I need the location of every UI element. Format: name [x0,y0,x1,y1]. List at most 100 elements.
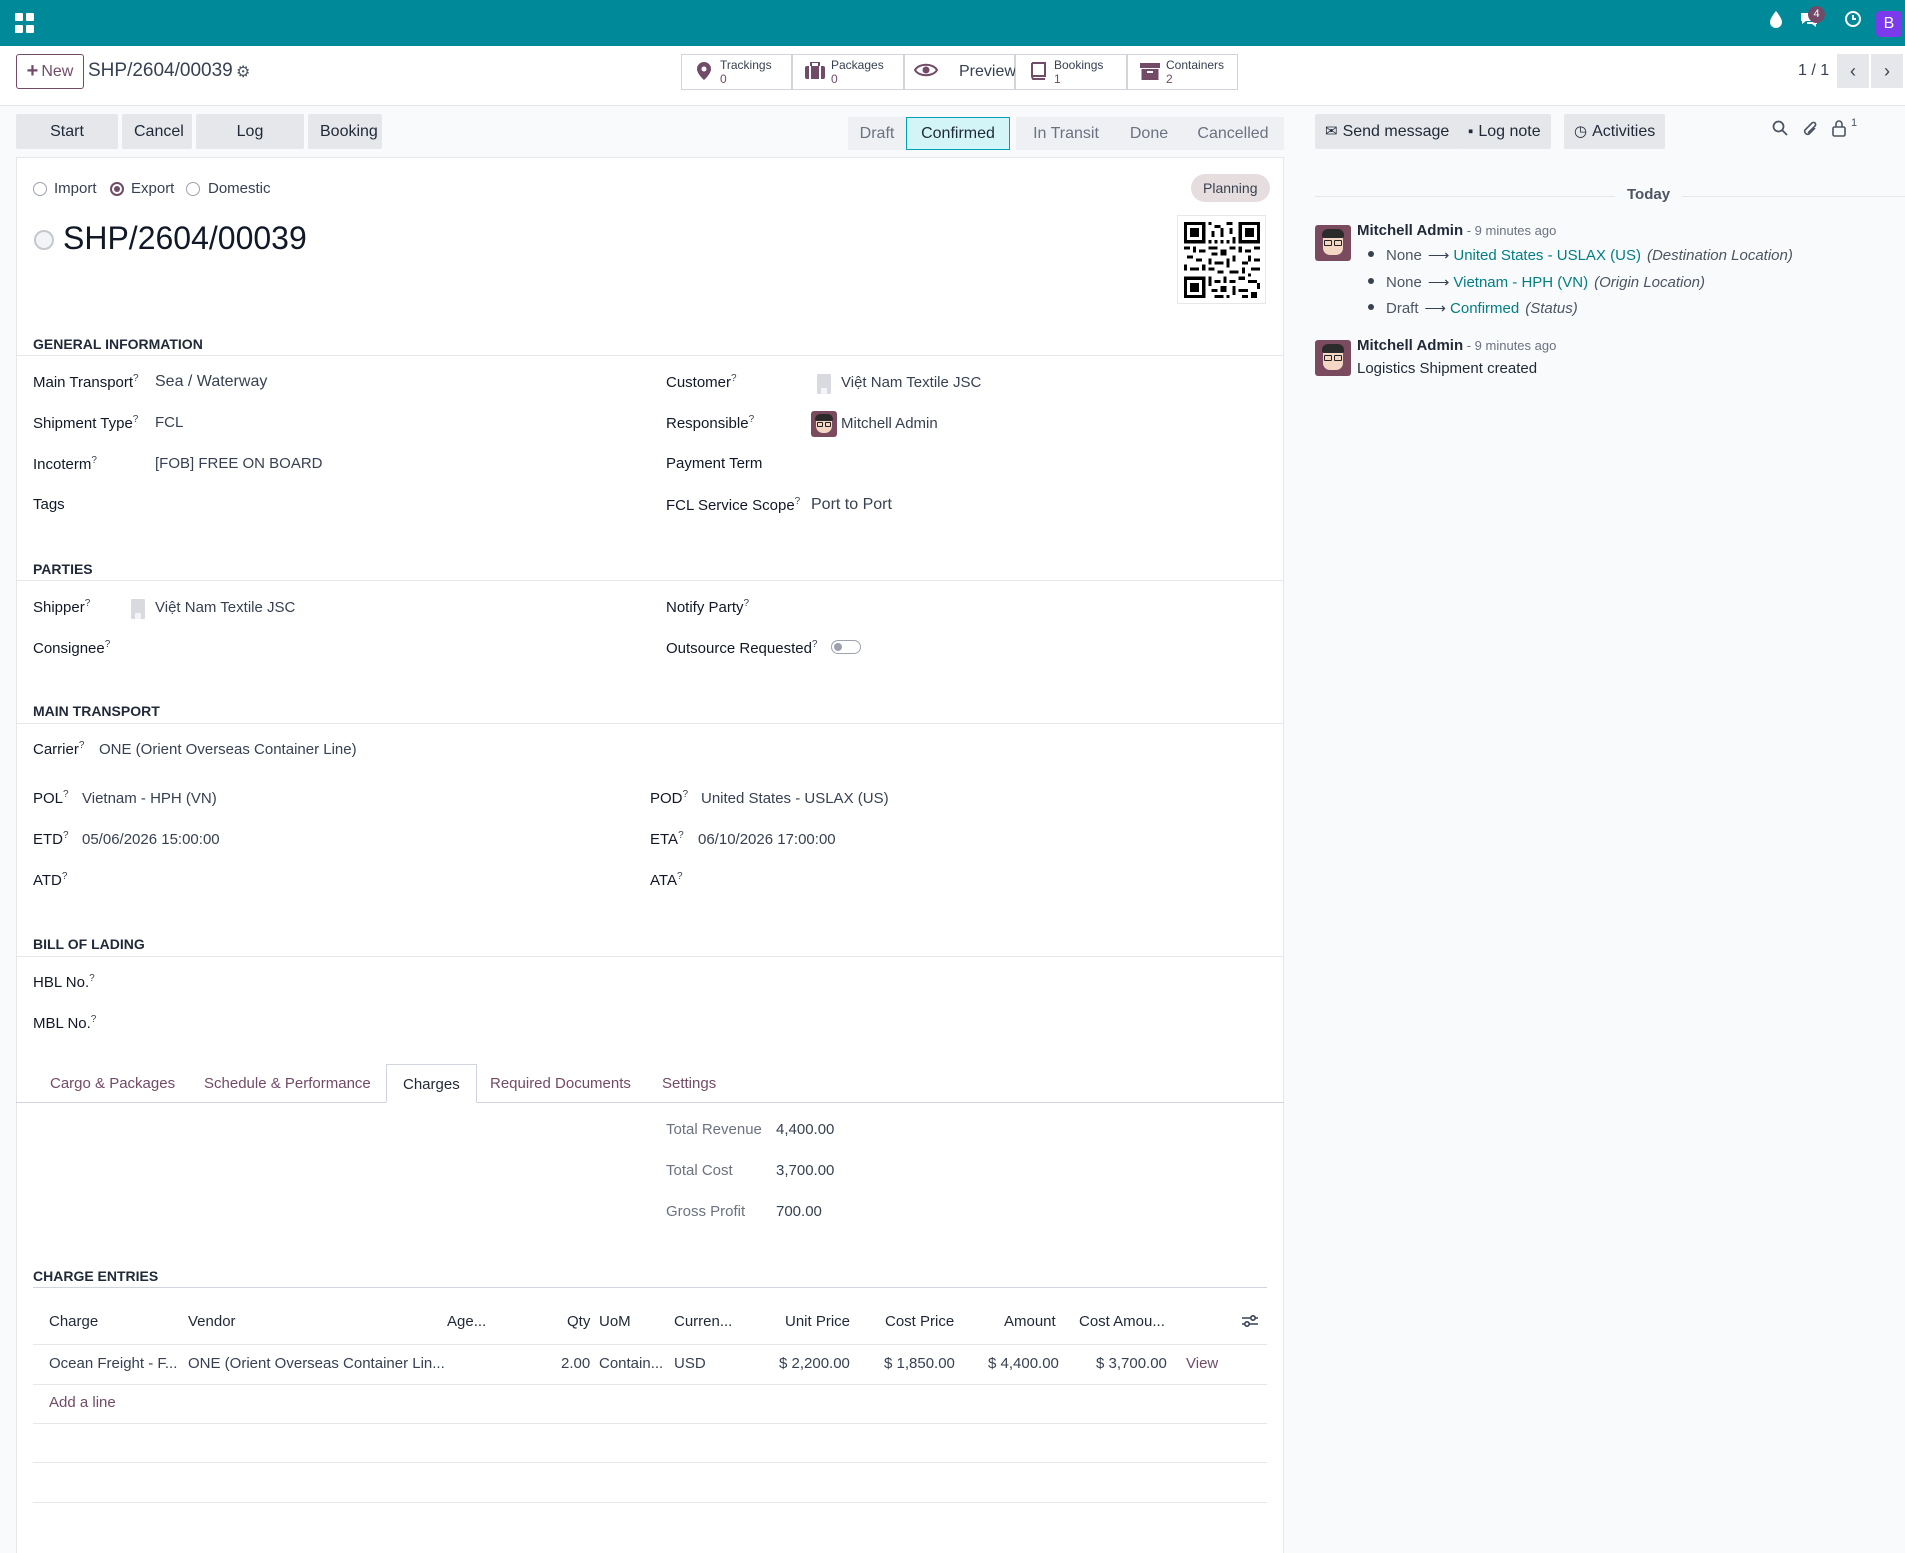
column-header-amount[interactable]: Amount [1004,1313,1056,1330]
section-divider [16,580,1284,581]
outsource-toggle[interactable] [831,640,861,654]
cell-currency[interactable]: USD [674,1355,706,1372]
eta-field[interactable]: 06/10/2026 17:00:00 [698,831,836,848]
log-tracking-button[interactable]: Log Tracking [196,114,304,175]
message-author[interactable]: Mitchell Admin - 9 minutes ago [1357,337,1556,354]
message-time: - 9 minutes ago [1463,338,1557,353]
responsible-field[interactable]: Mitchell Admin [841,415,938,432]
bol-heading: BILL OF LADING [33,936,145,952]
message-body: Logistics Shipment created [1357,360,1538,377]
column-header-uom[interactable]: UoM [599,1313,631,1330]
pager-value[interactable]: 1 / 1 [1798,62,1829,80]
apps-grid-icon[interactable] [15,13,35,33]
search-icon[interactable] [1772,120,1788,141]
tab-schedule-performance[interactable]: Schedule & Performance [188,1064,387,1103]
shipment-type-field[interactable]: FCL [155,414,183,431]
send-message-button[interactable]: ✉ Send message [1315,114,1460,149]
log-note-button[interactable]: ▪ Log note [1458,114,1551,149]
mbl-label: MBL No.? [33,1014,97,1032]
tab-charges[interactable]: Charges [386,1064,477,1103]
booking-button[interactable]: Booking [308,114,382,149]
activities-button[interactable]: ◷ Activities [1564,114,1666,149]
consignee-label: Consignee? [33,639,111,657]
packages-smart-button[interactable]: Packages 0 [792,54,904,90]
book-icon [1028,62,1048,82]
radio-import[interactable] [33,182,47,196]
trackings-smart-button[interactable]: Trackings 0 [681,54,792,90]
clock-icon: ◷ [1574,123,1588,140]
column-header-currency[interactable]: Curren... [674,1313,732,1330]
shipper-field[interactable]: Việt Nam Textile JSC [155,599,295,616]
total-revenue-label: Total Revenue [666,1121,762,1138]
column-header-cost-amount[interactable]: Cost Amou... [1079,1313,1165,1330]
tab-cargo-packages[interactable]: Cargo & Packages [34,1064,191,1103]
author-avatar[interactable] [1315,340,1351,376]
cell-cost-price[interactable]: $ 1,850.00 [884,1355,955,1372]
table-divider [33,1344,1267,1345]
customer-field[interactable]: Việt Nam Textile JSC [841,374,981,391]
table-divider [33,1462,1267,1463]
atd-label: ATD? [33,871,68,889]
stage-cancelled[interactable]: Cancelled [1182,117,1284,150]
pager-previous-button[interactable]: ‹ [1837,54,1869,88]
pager-next-button[interactable]: › [1871,54,1903,88]
start-transit-button[interactable]: Start Transit [16,114,118,175]
tab-settings[interactable]: Settings [646,1064,732,1103]
user-avatar[interactable]: B [1876,11,1902,37]
trackings-count: 0 [720,72,727,86]
column-header-cost-price[interactable]: Cost Price [885,1313,954,1330]
incoterm-field[interactable]: [FOB] FREE ON BOARD [155,455,323,472]
shipper-label: Shipper? [33,598,91,616]
cell-qty[interactable]: 2.00 [561,1355,590,1372]
responsible-label: Responsible? [666,414,755,432]
hbl-label: HBL No.? [33,973,95,991]
cell-unit-price[interactable]: $ 2,200.00 [779,1355,850,1372]
cell-vendor[interactable]: ONE (Orient Overseas Container Lin... [188,1355,445,1372]
cancel-button[interactable]: Cancel [122,114,192,149]
stage-done[interactable]: Done [1116,117,1182,150]
paperclip-icon[interactable] [1803,120,1819,143]
clock-icon[interactable] [1841,10,1865,34]
new-button[interactable]: + New [16,54,84,89]
company-icon [131,599,145,619]
cell-uom[interactable]: Contain... [599,1355,663,1372]
tab-required-documents[interactable]: Required Documents [474,1064,647,1103]
drop-icon[interactable] [1764,10,1788,34]
column-header-qty[interactable]: Qty [567,1313,590,1330]
pod-field[interactable]: United States - USLAX (US) [701,790,889,807]
view-link[interactable]: View [1186,1355,1218,1372]
column-header-charge[interactable]: Charge [49,1313,98,1330]
gear-icon[interactable]: ⚙ [236,62,250,82]
fcl-scope-field[interactable]: Port to Port [811,496,892,514]
message-author[interactable]: Mitchell Admin - 9 minutes ago [1357,222,1556,239]
customer-label: Customer? [666,373,737,391]
radio-export[interactable] [110,182,124,196]
carrier-field[interactable]: ONE (Orient Overseas Container Line) [99,741,357,758]
tracking-change: None ⟶ Vietnam - HPH (VN) (Origin Location) [1368,273,1705,291]
lock-icon[interactable] [1832,120,1846,142]
fcl-scope-label: FCL Service Scope? [666,496,801,514]
cell-amount[interactable]: $ 4,400.00 [988,1355,1059,1372]
containers-smart-button[interactable]: Containers 2 [1127,54,1238,90]
column-header-vendor[interactable]: Vendor [188,1313,236,1330]
stage-confirmed[interactable]: Confirmed [906,117,1010,150]
add-line-link[interactable]: Add a line [49,1394,116,1411]
etd-field[interactable]: 05/06/2026 15:00:00 [82,831,220,848]
cell-charge[interactable]: Ocean Freight - F... [49,1355,177,1372]
tracking-change: Draft ⟶ Confirmed (Status) [1368,299,1578,317]
preview-smart-button[interactable]: Preview [904,54,1016,90]
cell-cost-amount[interactable]: $ 3,700.00 [1096,1355,1167,1372]
column-header-unit-price[interactable]: Unit Price [785,1313,850,1330]
priority-circle[interactable] [34,230,54,250]
column-options-icon[interactable] [1242,1314,1258,1333]
etd-label: ETD? [33,830,69,848]
author-avatar[interactable] [1315,225,1351,261]
radio-domestic[interactable] [186,182,200,196]
main-transport-field[interactable]: Sea / Waterway [155,373,267,391]
column-header-agent[interactable]: Age... [447,1313,486,1330]
bookings-smart-button[interactable]: Bookings 1 [1015,54,1127,90]
stage-draft[interactable]: Draft [848,117,906,150]
followers-count: 1 [1851,117,1858,129]
stage-in-transit[interactable]: In Transit [1016,117,1116,150]
pol-field[interactable]: Vietnam - HPH (VN) [82,790,217,807]
